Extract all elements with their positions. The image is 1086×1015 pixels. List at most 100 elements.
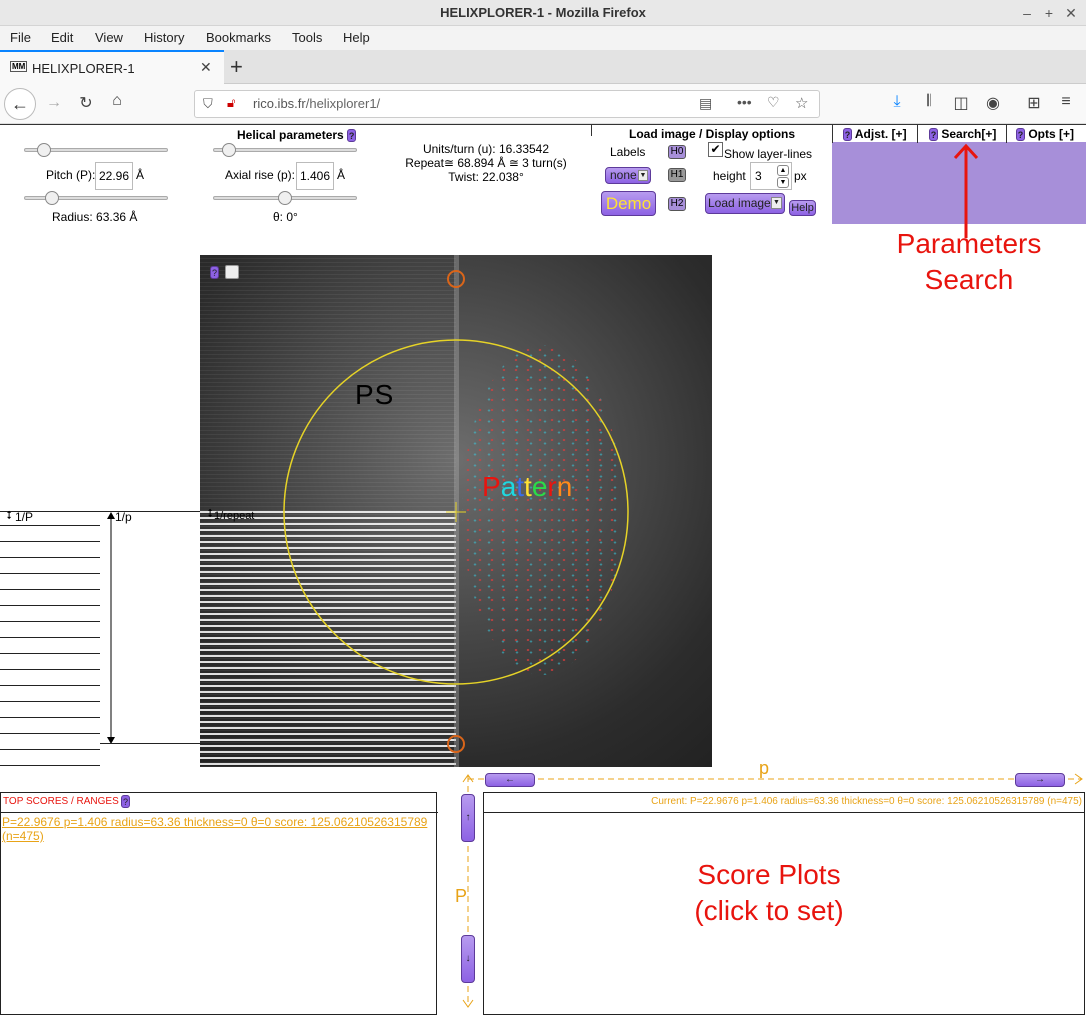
repeat-info: Repeat≅ 68.894 Å ≅ 3 turn(s)	[405, 156, 567, 170]
chevron-down-icon: ▼	[771, 197, 782, 209]
reader-view-icon[interactable]: ▤	[699, 95, 712, 112]
tab-adjst[interactable]: ? Adjst. [+]	[843, 125, 907, 143]
height-unit: px	[794, 169, 807, 183]
menu-history[interactable]: History	[144, 30, 184, 45]
url-bar[interactable]: ⛉ 🔓︎ rico.ibs.fr/helixplorer1/ ▤ ••• ♡ ☆	[194, 90, 820, 118]
score-plot-panel[interactable]: Current: P=22.9676 p=1.406 radius=63.36 …	[483, 792, 1085, 1015]
score-plot-header: Current: P=22.9676 p=1.406 radius=63.36 …	[484, 793, 1084, 813]
menu-help[interactable]: Help	[343, 30, 370, 45]
divider	[591, 124, 592, 136]
theta-slider-knob[interactable]	[278, 191, 292, 205]
canvas-checkbox[interactable]	[225, 265, 239, 279]
insecure-lock-icon[interactable]: 🔓︎	[227, 95, 235, 111]
tab-title: HELIXPLORER-1	[32, 61, 135, 76]
P-up-button[interactable]: ↑	[461, 794, 475, 842]
load-image-select[interactable]: Load image ▼	[705, 193, 785, 214]
home-icon[interactable]: ⌂	[105, 92, 129, 110]
pitch-slider-knob[interactable]	[37, 143, 51, 157]
axial-rise-slider-knob[interactable]	[222, 143, 236, 157]
extensions-icon[interactable]: ⊞	[1022, 93, 1046, 113]
radius-slider-knob[interactable]	[45, 191, 59, 205]
p-axis-label: p	[759, 758, 770, 778]
close-window-icon[interactable]: ✕	[1060, 0, 1082, 26]
height-input[interactable]: 3 ▲ ▼	[750, 162, 792, 190]
adjst-help-icon[interactable]: ?	[843, 128, 852, 142]
downloads-icon[interactable]: ⤓	[885, 93, 909, 111]
shield-icon[interactable]: ⛉	[203, 96, 213, 112]
help-button[interactable]: Help	[789, 200, 816, 216]
menu-bar: File Edit View History Bookmarks Tools H…	[0, 26, 1086, 50]
back-icon[interactable]: ←	[4, 88, 36, 120]
tab-helixplorer[interactable]: MM HELIXPLORER-1 ✕	[0, 50, 224, 84]
options-tabs: ? Adjst. [+] ? Search[+] ? Opts [+]	[832, 124, 1086, 143]
close-tab-icon[interactable]: ✕	[200, 59, 212, 76]
scores-help-icon[interactable]: ?	[121, 795, 130, 808]
theta-label: θ: 0°	[273, 210, 298, 224]
menu-bookmarks[interactable]: Bookmarks	[206, 30, 271, 45]
menu-view[interactable]: View	[95, 30, 123, 45]
radius-slider[interactable]	[24, 191, 168, 205]
pitch-label: Pitch (P):	[46, 168, 96, 182]
opts-help-icon[interactable]: ?	[1016, 128, 1025, 142]
library-icon[interactable]: 𝄃	[917, 93, 941, 111]
ruler-P-marker-icon: ⭥	[6, 510, 12, 522]
axial-rise-label: Axial rise (p):	[225, 168, 296, 182]
forward-icon[interactable]: →	[42, 94, 66, 112]
minimize-icon[interactable]: –	[1016, 0, 1038, 26]
canvas-help-icon[interactable]: ?	[210, 266, 219, 279]
maximize-icon[interactable]: +	[1038, 0, 1060, 26]
hamburger-menu-icon[interactable]: ≡	[1054, 93, 1078, 111]
axial-rise-slider[interactable]	[213, 143, 357, 157]
layer-lines-checkbox[interactable]: ✔	[708, 142, 723, 157]
ps-label: PS	[355, 379, 395, 410]
page-actions-icon[interactable]: •••	[737, 94, 752, 110]
h1-button[interactable]: H1	[668, 168, 686, 182]
demo-button[interactable]: Demo	[601, 191, 656, 216]
menu-tools[interactable]: Tools	[292, 30, 322, 45]
canvas-overlay	[283, 270, 629, 753]
top-scores-title: TOP SCORES / RANGES	[3, 796, 119, 807]
search-help-icon[interactable]: ?	[929, 128, 938, 142]
favicon-icon: MM	[10, 61, 28, 72]
menu-file[interactable]: File	[10, 30, 31, 45]
stepper-down-icon[interactable]: ▼	[777, 177, 789, 188]
height-value: 3	[755, 169, 762, 183]
p-left-button[interactable]: ←	[485, 773, 535, 787]
divider	[832, 125, 833, 143]
tab-opts[interactable]: ? Opts [+]	[1016, 125, 1074, 143]
new-tab-icon[interactable]: +	[230, 54, 243, 80]
account-icon[interactable]: ◉	[981, 93, 1005, 113]
reload-icon[interactable]: ↻	[74, 93, 98, 113]
pocket-icon[interactable]: ♡	[767, 94, 780, 111]
top-score-entry[interactable]: P=22.9676 p=1.406 radius=63.36 thickness…	[2, 815, 434, 843]
axial-rise-input[interactable]: 1.406	[296, 162, 334, 190]
ruler-bottom-line	[100, 743, 200, 744]
tab-search[interactable]: ? Search[+]	[929, 125, 996, 143]
P-axis-label: P	[455, 886, 468, 906]
units-per-turn: Units/turn (u): 16.33542	[422, 142, 550, 156]
helix-info: Units/turn (u): 16.33542 Repeat≅ 68.894 …	[386, 142, 586, 184]
bookmark-star-icon[interactable]: ☆	[795, 94, 808, 112]
diffraction-canvas[interactable]: ? PS Pattern 1/repeat ⭥	[200, 255, 712, 767]
divider	[1006, 125, 1007, 143]
ruler-label-P: 1/P	[15, 510, 34, 524]
h2-button[interactable]: H2	[668, 197, 686, 211]
labels-select[interactable]: none ▼	[605, 167, 651, 184]
helical-help-icon[interactable]: ?	[347, 129, 357, 143]
window-title: HELIXPLORER-1 - Mozilla Firefox	[440, 5, 646, 20]
p-axis	[468, 773, 1083, 785]
stepper-up-icon[interactable]: ▲	[777, 165, 789, 176]
pitch-input[interactable]: 22.96	[95, 162, 133, 190]
ruler-arrow	[107, 512, 115, 744]
helical-params-title: Helical parameters ?	[237, 128, 357, 143]
sidebar-icon[interactable]: ◫	[949, 93, 973, 113]
P-down-button[interactable]: ↓	[461, 935, 475, 983]
menu-edit[interactable]: Edit	[51, 30, 73, 45]
pattern-label: Pattern	[482, 471, 573, 502]
h0-button[interactable]: H0	[668, 145, 686, 159]
p-right-button[interactable]: →	[1015, 773, 1065, 787]
theta-slider[interactable]	[213, 191, 357, 205]
pitch-slider[interactable]	[24, 143, 168, 157]
url-text: rico.ibs.fr/helixplorer1/	[253, 96, 381, 111]
current-score: Current: P=22.9676 p=1.406 radius=63.36 …	[651, 796, 1082, 807]
